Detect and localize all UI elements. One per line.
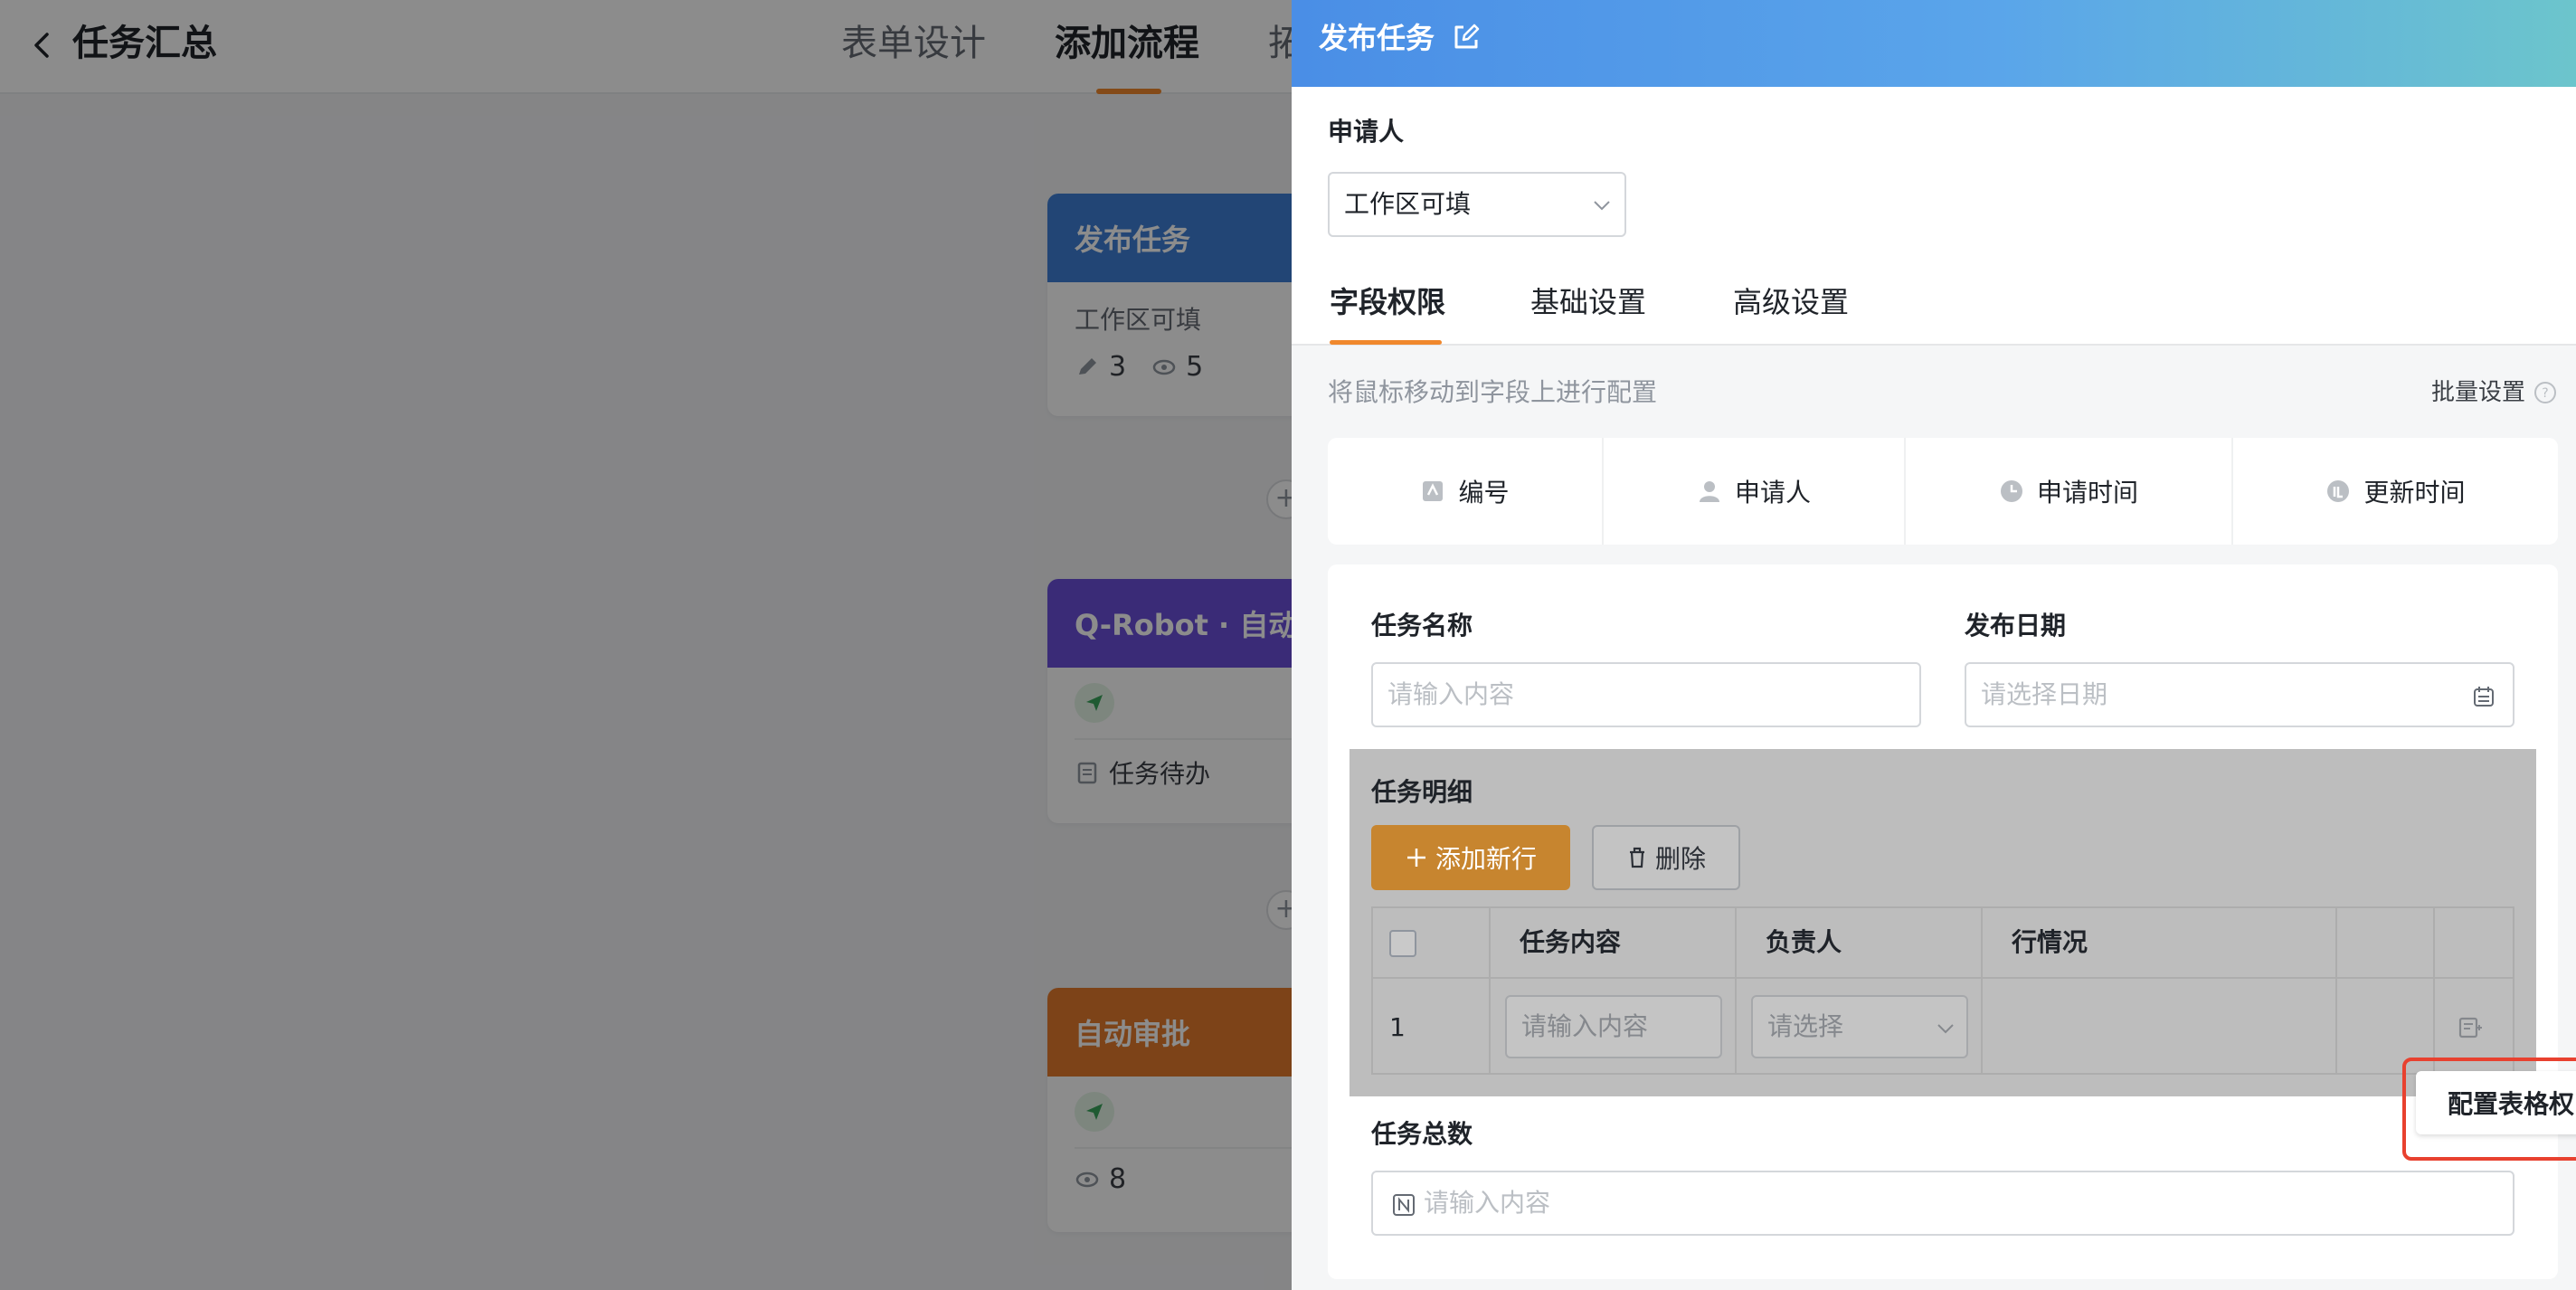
publish-date-placeholder: 请选择日期 (1981, 679, 2108, 709)
add-row-label: 添加新行 (1435, 844, 1537, 874)
chevron-down-icon (1937, 1024, 1954, 1034)
system-fields-bar: 编号 申请人 申请时间 更新时间 (1328, 438, 2558, 545)
cell-placeholder: 请选择 (1767, 1011, 1844, 1041)
update-time-icon (2327, 480, 2350, 502)
task-total-label: 任务总数 (1371, 1119, 1473, 1149)
column-header-owner: 负责人 (1766, 927, 1842, 957)
tab-advanced-settings[interactable]: 高级设置 (1733, 282, 1849, 322)
cell-placeholder: 请输入内容 (1521, 1011, 1649, 1041)
applicant-select[interactable]: 工作区可填 (1328, 172, 1626, 237)
node-config-drawer: 发布任务 申请人 工作区可填 字段权限 基础设置 高级设置 将鼠标移动到字段上进… (1292, 0, 2576, 1290)
edit-icon[interactable] (1451, 22, 1482, 52)
task-details-table: 任务内容 负责人 行情况 1 请输入内容 请选择 (1371, 906, 2514, 1075)
system-field-label: 编号 (1458, 478, 1510, 507)
row-edit-icon[interactable] (2457, 1013, 2486, 1042)
system-field-applicant[interactable]: 申请人 (1604, 438, 1906, 545)
system-field-label: 申请时间 (2036, 478, 2138, 507)
form-preview: 任务名称 请输入内容 发布日期 请选择日期 任务明细 添加新行 删除 任务内容 … (1328, 564, 2576, 1279)
drawer-header: 发布任务 (1292, 0, 2576, 87)
task-total-input[interactable]: 请输入内容 (1371, 1171, 2514, 1236)
task-name-input[interactable]: 请输入内容 (1371, 662, 1921, 727)
config-table-permission-button[interactable]: 配置表格权限 (2416, 1071, 2576, 1134)
delete-row-button[interactable]: 删除 (1592, 825, 1740, 890)
drawer-title: 发布任务 (1319, 21, 1435, 55)
active-tab-indicator (1330, 340, 1442, 345)
id-icon (1423, 481, 1444, 501)
plus-icon (1406, 849, 1425, 867)
drawer-settings-top: 申请人 工作区可填 字段权限 基础设置 高级设置 (1292, 87, 2576, 346)
publish-date-label: 发布日期 (1965, 611, 2067, 640)
row-number: 1 (1389, 1012, 1406, 1042)
task-details-label: 任务明细 (1371, 777, 1473, 807)
system-field-label: 申请人 (1734, 478, 1811, 507)
system-field-apply-time[interactable]: 申请时间 (1906, 438, 2233, 545)
applicant-select-value: 工作区可填 (1344, 189, 1472, 219)
chevron-down-icon (1594, 201, 1610, 211)
add-row-button[interactable]: 添加新行 (1371, 825, 1570, 890)
task-content-cell-input[interactable]: 请输入内容 (1505, 995, 1722, 1058)
batch-settings-link[interactable]: 批量设置 (2431, 375, 2525, 411)
select-all-checkbox[interactable] (1389, 930, 1416, 957)
modal-overlay[interactable] (0, 0, 1292, 1290)
task-name-label: 任务名称 (1371, 611, 1473, 640)
column-header-content: 任务内容 (1520, 927, 1622, 957)
task-details-subform[interactable]: 任务明细 添加新行 删除 任务内容 负责人 行情况 1 请输入内容 请选择 配置… (1350, 749, 2576, 1161)
task-name-placeholder: 请输入内容 (1387, 679, 1515, 709)
owner-cell-select[interactable]: 请选择 (1751, 995, 1968, 1058)
number-icon (1393, 1194, 1415, 1216)
trash-icon (1629, 847, 1644, 868)
person-icon (1699, 481, 1719, 502)
system-field-update-time[interactable]: 更新时间 (2233, 438, 2558, 545)
config-hint: 将鼠标移动到字段上进行配置 (1328, 377, 1658, 407)
publish-date-input[interactable]: 请选择日期 (1965, 662, 2514, 727)
column-header-status: 行情况 (2012, 927, 2088, 957)
system-field-id[interactable]: 编号 (1328, 438, 1604, 545)
applicant-label: 申请人 (1328, 117, 1405, 147)
task-total-placeholder: 请输入内容 (1424, 1188, 1551, 1218)
calendar-icon (2474, 687, 2494, 707)
clock-icon (2000, 480, 2022, 502)
delete-row-label: 删除 (1654, 844, 1706, 874)
tab-basic-settings[interactable]: 基础设置 (1530, 282, 1646, 322)
svg-text:?: ? (2542, 386, 2548, 401)
system-field-label: 更新时间 (2363, 478, 2466, 507)
tab-field-permissions[interactable]: 字段权限 (1330, 282, 1445, 322)
help-icon[interactable]: ? (2533, 380, 2558, 405)
